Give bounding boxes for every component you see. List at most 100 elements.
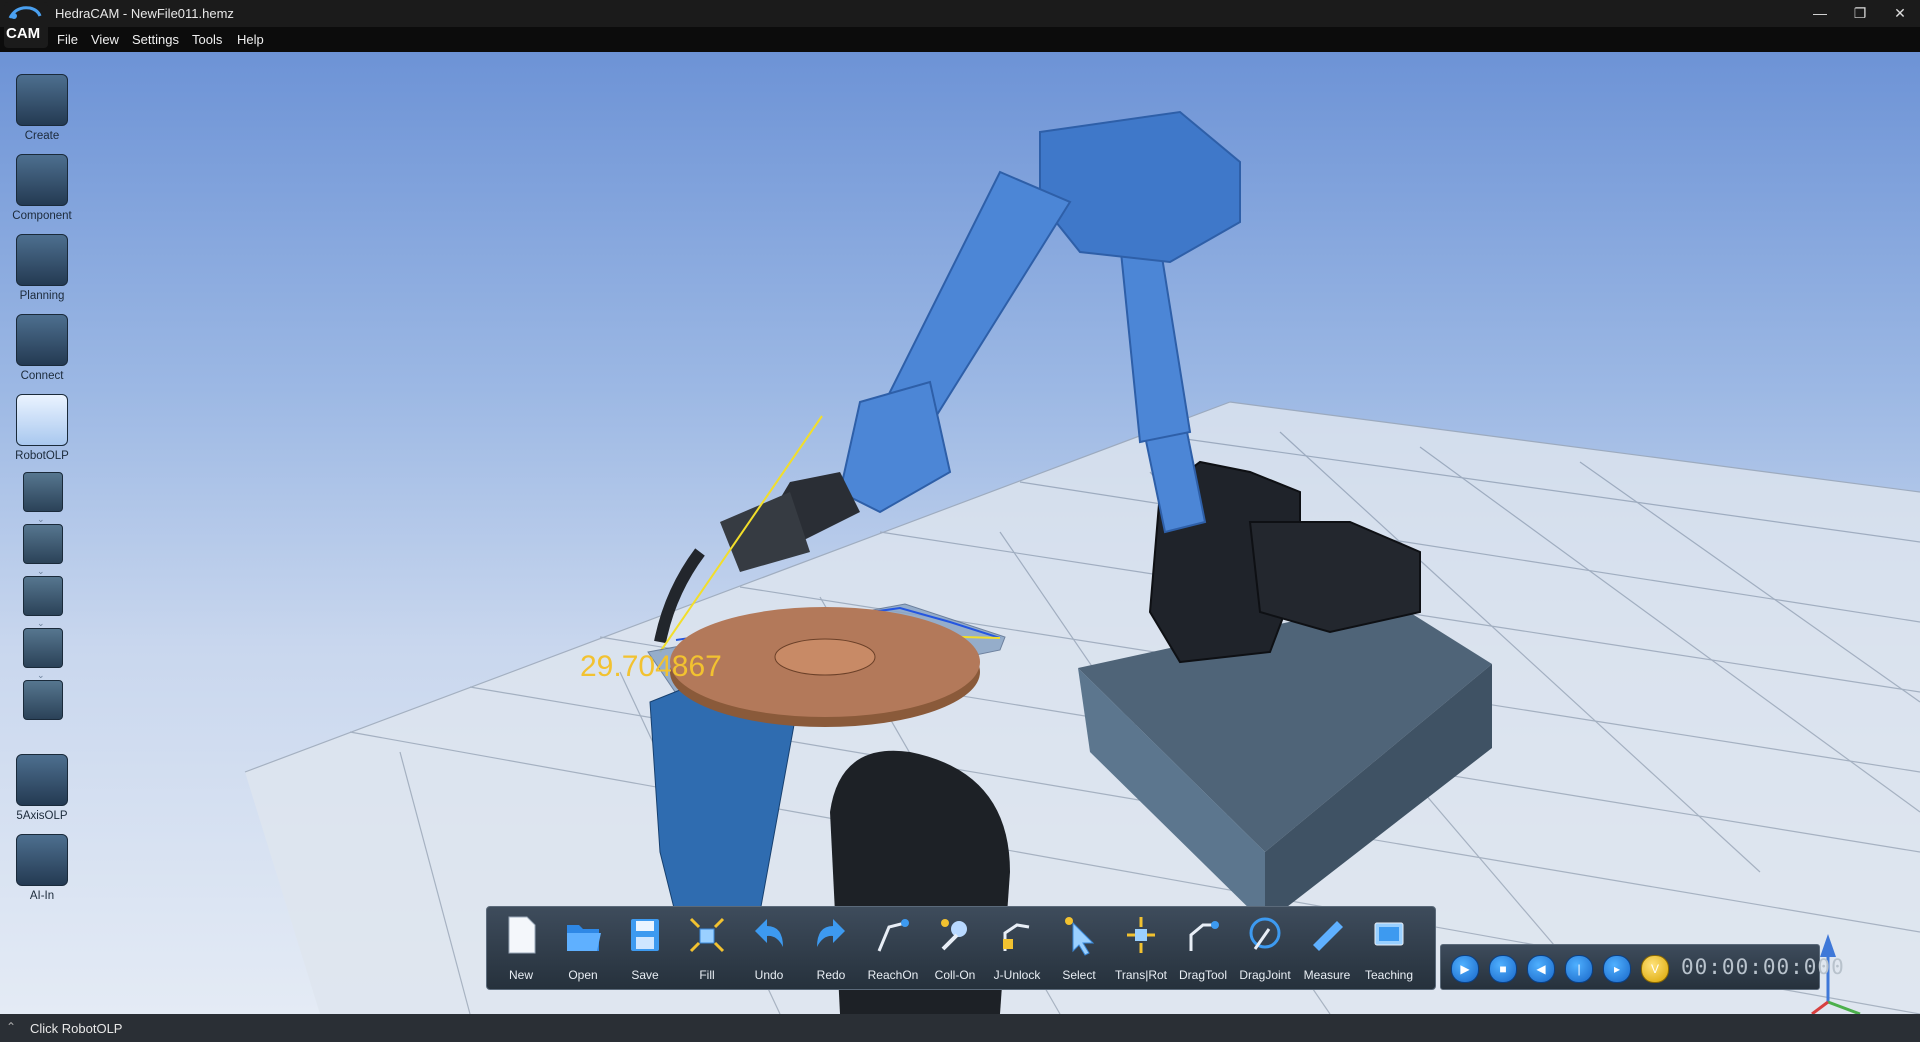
sidebar-label-planning: Planning	[19, 290, 65, 302]
main-toolbar: New Open Save Fill Undo Redo ReachOn Col…	[486, 906, 1436, 990]
sidebar-item-connect[interactable]: Connect	[9, 314, 75, 382]
create-icon	[16, 74, 68, 126]
sidebar-label-ai-in: AI-In	[29, 890, 55, 902]
sidebar-item-ai-in[interactable]: AI-In	[9, 834, 75, 902]
new-button[interactable]: New	[491, 913, 551, 985]
chevron-up-icon[interactable]: ⌃	[6, 1020, 16, 1034]
sidebar-item-component[interactable]: Component	[9, 154, 75, 222]
teaching-icon	[1374, 922, 1404, 946]
fill-icon	[689, 917, 725, 953]
status-message: Click RobotOLP	[30, 1021, 123, 1036]
tool-label-j-unlock: J-Unlock	[993, 968, 1041, 982]
collision-on-icon	[941, 919, 967, 951]
ai-in-icon	[16, 834, 68, 886]
tool-label-new: New	[508, 968, 533, 982]
tool-label-coll-on: Coll-On	[934, 968, 976, 982]
measurement-readout: 29.704867	[580, 650, 722, 683]
save-icon	[631, 919, 659, 951]
close-button[interactable]: ✕	[1884, 3, 1916, 23]
tool-label-open: Open	[568, 968, 598, 982]
sidebar-label-5axisolp: 5AxisOLP	[16, 810, 68, 822]
app-logo: CAM	[4, 2, 48, 48]
sidebar-tool-trash[interactable]	[23, 680, 63, 720]
select-icon	[1065, 917, 1095, 956]
restore-button[interactable]: ❐	[1844, 3, 1876, 23]
tool-label-undo: Undo	[754, 968, 784, 982]
drag-tool-icon	[1189, 921, 1219, 951]
sidebar-tool-target[interactable]	[23, 576, 63, 616]
redo-button[interactable]: Redo	[801, 913, 861, 985]
sidebar-item-5axisolp[interactable]: 5AxisOLP	[9, 754, 75, 822]
sidebar-tool-frame[interactable]	[23, 472, 63, 512]
menu-help[interactable]: Help	[237, 32, 264, 47]
undo-icon	[755, 919, 783, 947]
new-file-icon	[508, 916, 536, 954]
joint-unlock-icon	[1003, 923, 1030, 951]
tool-label-teaching: Teaching	[1364, 968, 1414, 982]
stop-button[interactable]: ■	[1489, 955, 1517, 983]
undo-button[interactable]: Undo	[739, 913, 799, 985]
redo-icon	[817, 919, 845, 947]
drag-joint-button[interactable]: DragJoint	[1235, 913, 1295, 985]
save-button[interactable]: Save	[615, 913, 675, 985]
tool-label-select: Select	[1062, 968, 1096, 982]
pause-button[interactable]: |	[1565, 955, 1593, 983]
window-title: HedraCAM - NewFile011.hemz	[55, 6, 234, 21]
sidebar-label-robotolp: RobotOLP	[15, 450, 69, 462]
step-forward-button[interactable]: ▸	[1603, 955, 1631, 983]
scene-render	[244, 110, 1920, 1014]
menu-settings[interactable]: Settings	[132, 32, 179, 47]
open-button[interactable]: Open	[553, 913, 613, 985]
title-bar: HedraCAM - NewFile011.hemz — ❐ ✕	[0, 0, 1920, 27]
component-icon	[16, 154, 68, 206]
collision-on-button[interactable]: Coll-On	[925, 913, 985, 985]
joint-unlock-button[interactable]: J-Unlock	[987, 913, 1047, 985]
sidebar-label-component: Component	[12, 210, 72, 222]
playback-timer: 00:00:00:000	[1681, 955, 1845, 979]
minimize-button[interactable]: —	[1804, 3, 1836, 23]
sidebar-label-connect: Connect	[20, 370, 64, 382]
status-bar: ⌃ Click RobotOLP	[0, 1014, 1920, 1042]
connect-icon	[16, 314, 68, 366]
select-button[interactable]: Select	[1049, 913, 1109, 985]
tool-label-trans-rot: Trans|Rot	[1114, 968, 1168, 982]
sidebar-item-create[interactable]: Create	[9, 74, 75, 142]
menu-bar: File View Settings Tools Help	[0, 27, 1920, 52]
menu-file[interactable]: File	[57, 32, 78, 47]
play-button[interactable]: ▶	[1451, 955, 1479, 983]
five-axis-olp-icon	[16, 754, 68, 806]
menu-tools[interactable]: Tools	[192, 32, 222, 47]
left-sidebar: Create Component Planning Connect RobotO…	[0, 52, 84, 1014]
sidebar-item-planning[interactable]: Planning	[9, 234, 75, 302]
drag-tool-button[interactable]: DragTool	[1173, 913, 1233, 985]
speed-button[interactable]: V	[1641, 955, 1669, 983]
tool-label-dragtool: DragTool	[1178, 968, 1228, 982]
measure-ruler-icon	[1313, 921, 1343, 951]
robot-olp-icon	[16, 394, 68, 446]
tool-label-reachon: ReachOn	[867, 968, 919, 982]
fill-button[interactable]: Fill	[677, 913, 737, 985]
tool-label-redo: Redo	[816, 968, 846, 982]
menu-view[interactable]: View	[91, 32, 119, 47]
teaching-button[interactable]: Teaching	[1359, 913, 1419, 985]
playback-bar: ▶ ■ ◀ | ▸ V 00:00:00:000	[1440, 944, 1844, 990]
sidebar-tool-list[interactable]	[23, 628, 63, 668]
trans-rot-icon	[1127, 917, 1155, 953]
sidebar-tool-wrench[interactable]	[23, 524, 63, 564]
drag-joint-icon	[1249, 917, 1281, 950]
reach-on-icon	[877, 919, 909, 952]
step-back-button[interactable]: ◀	[1527, 955, 1555, 983]
tool-label-save: Save	[631, 968, 659, 982]
tool-label-fill: Fill	[699, 968, 715, 982]
planning-icon	[16, 234, 68, 286]
open-folder-icon	[567, 925, 601, 951]
sidebar-item-robotolp[interactable]: RobotOLP	[9, 394, 75, 462]
app-logo-text: CAM	[6, 25, 40, 42]
trans-rot-button[interactable]: Trans|Rot	[1111, 913, 1171, 985]
tool-label-dragjoint: DragJoint	[1239, 968, 1291, 982]
measure-button[interactable]: Measure	[1297, 913, 1357, 985]
tool-label-measure: Measure	[1303, 968, 1351, 982]
reach-on-button[interactable]: ReachOn	[863, 913, 923, 985]
sidebar-label-create: Create	[24, 130, 60, 142]
3d-viewport[interactable]: 29.704867	[0, 52, 1920, 1014]
